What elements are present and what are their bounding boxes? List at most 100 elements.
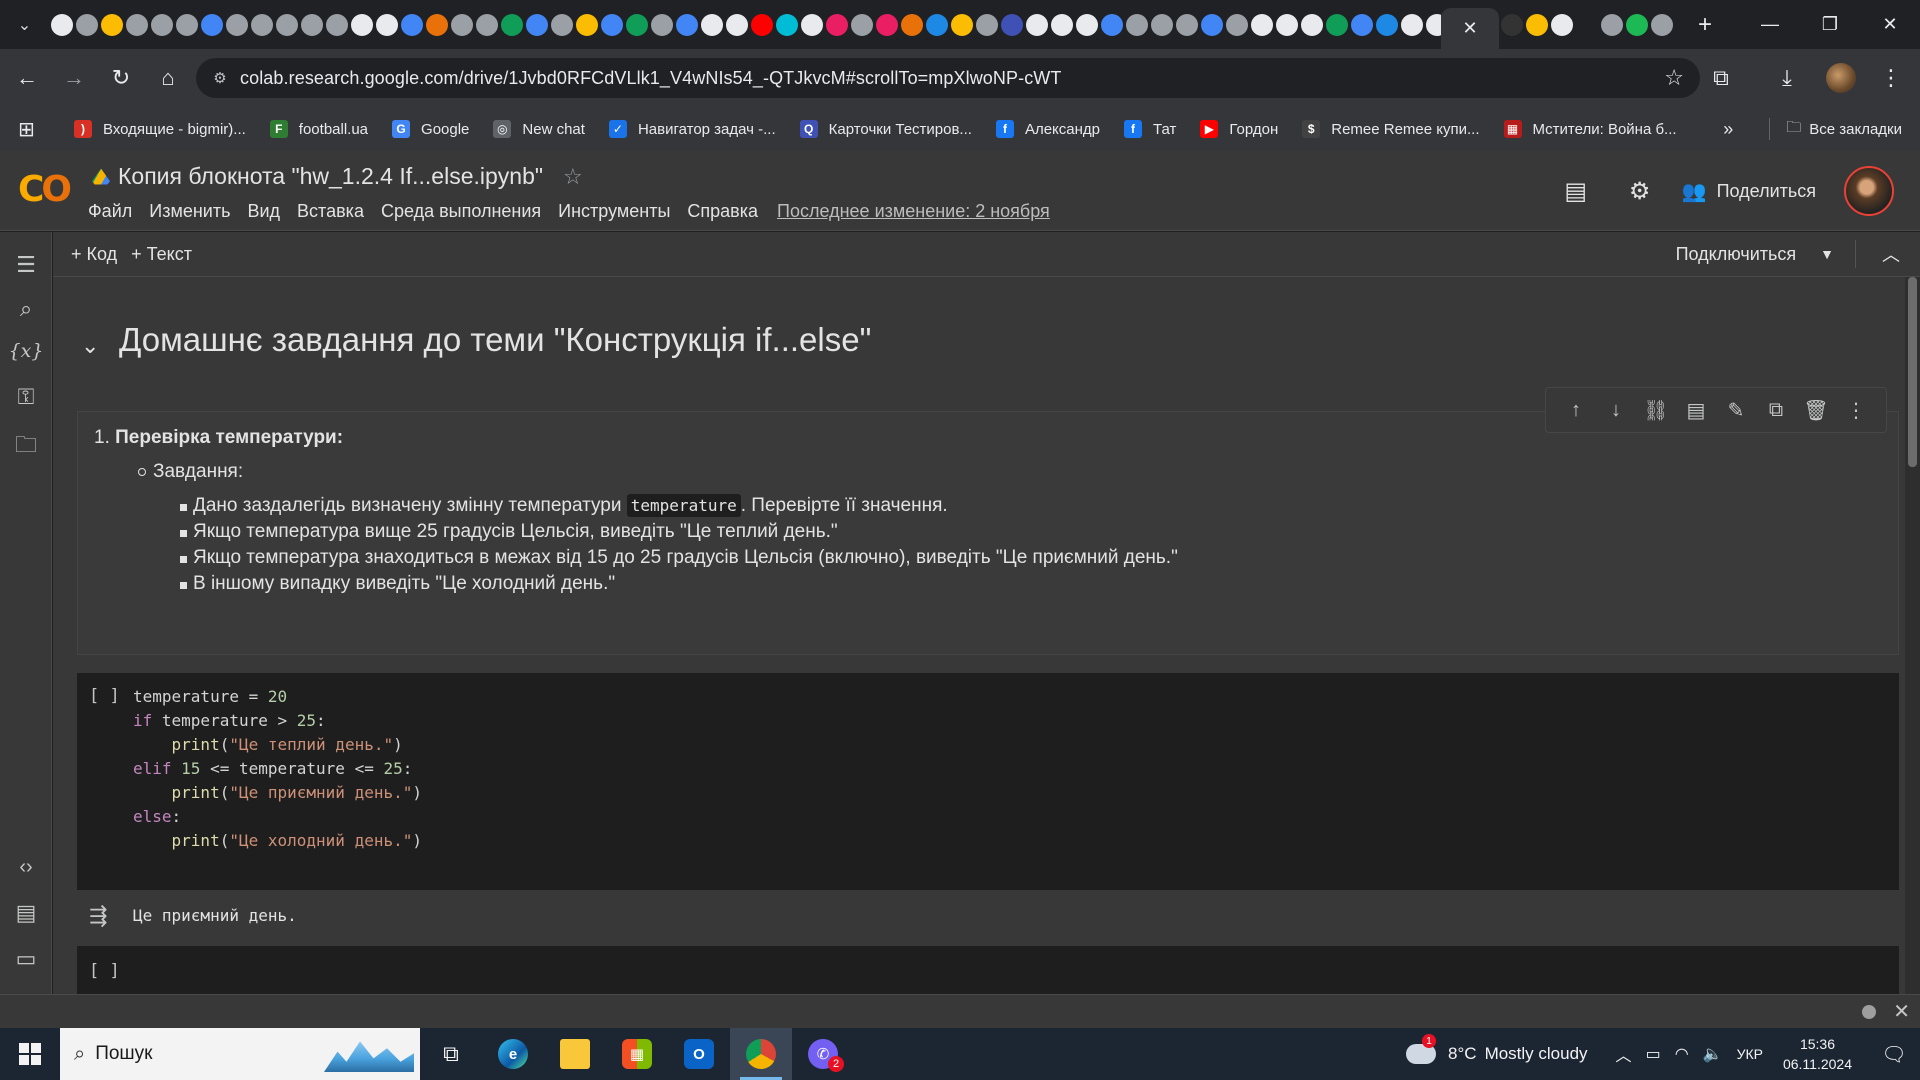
tab-favicon-icon[interactable] bbox=[825, 13, 848, 36]
collapse-header-icon[interactable]: ︿ bbox=[1882, 241, 1900, 267]
show-hidden-icons-icon[interactable]: ︿ bbox=[1616, 1042, 1632, 1066]
tab-favicon-icon[interactable] bbox=[1250, 13, 1273, 36]
tab-favicon-icon[interactable] bbox=[625, 13, 648, 36]
tab-favicon-icon[interactable] bbox=[200, 13, 223, 36]
tab-favicon-icon[interactable] bbox=[850, 13, 873, 36]
bookmark-item[interactable]: ▶ Гордон bbox=[1200, 120, 1278, 138]
language-indicator[interactable]: УКР bbox=[1737, 1046, 1763, 1062]
files-folder-icon[interactable]: 🗀 bbox=[0, 428, 52, 466]
tab-favicon-icon[interactable] bbox=[50, 13, 73, 36]
tab-favicon-icon[interactable] bbox=[325, 13, 348, 36]
tab-favicon-icon[interactable] bbox=[425, 13, 448, 36]
site-info-icon[interactable]: ⚙ bbox=[200, 69, 240, 87]
tab-favicon-icon[interactable] bbox=[1175, 13, 1198, 36]
more-bookmarks-icon[interactable]: » bbox=[1723, 119, 1733, 140]
tab-favicon-icon[interactable] bbox=[250, 13, 273, 36]
reload-icon[interactable]: ↻ bbox=[101, 58, 141, 98]
task-view-button[interactable]: ⧉ bbox=[420, 1028, 482, 1080]
bookmark-item[interactable]: ) Входящие - bigmir)... bbox=[74, 120, 246, 138]
move-cell-down-icon[interactable]: ↓ bbox=[1596, 399, 1636, 422]
connect-dropdown-icon[interactable]: ▼ bbox=[1820, 246, 1834, 262]
tab-favicon-icon[interactable] bbox=[1500, 13, 1523, 36]
share-button[interactable]: 👥 Поделиться bbox=[1682, 179, 1816, 204]
tab-favicon-icon[interactable] bbox=[350, 13, 373, 36]
tab-favicon-icon[interactable] bbox=[1375, 13, 1398, 36]
output-actions-icon[interactable]: ⇶ bbox=[89, 903, 107, 929]
tab-favicon-icon[interactable] bbox=[75, 13, 98, 36]
tab-favicon-icon[interactable] bbox=[1650, 13, 1673, 36]
edit-pencil-icon[interactable]: ✎ bbox=[1716, 398, 1756, 423]
new-tab-button[interactable]: + bbox=[1688, 8, 1722, 42]
command-palette-icon[interactable]: ▤ bbox=[0, 900, 52, 926]
menu-runtime[interactable]: Среда выполнения bbox=[381, 201, 541, 222]
bookmark-item[interactable]: f Александр bbox=[995, 120, 1100, 138]
move-cell-up-icon[interactable]: ↑ bbox=[1556, 399, 1596, 422]
tab-favicon-icon[interactable] bbox=[175, 13, 198, 36]
drive-icon[interactable] bbox=[92, 168, 110, 185]
bookmark-item[interactable]: f Тат bbox=[1124, 120, 1176, 138]
tab-favicon-icon[interactable] bbox=[600, 13, 623, 36]
menu-help[interactable]: Справка bbox=[687, 201, 758, 222]
menu-edit[interactable]: Изменить bbox=[149, 201, 230, 222]
secrets-key-icon[interactable]: ⚿ bbox=[0, 384, 52, 410]
taskbar-edge[interactable]: e bbox=[482, 1028, 544, 1080]
tab-favicon-icon[interactable] bbox=[475, 13, 498, 36]
mirror-cell-icon[interactable]: ⧉ bbox=[1756, 399, 1796, 422]
last-modified-link[interactable]: Последнее изменение: 2 ноября bbox=[777, 201, 1050, 222]
tab-favicon-icon[interactable] bbox=[975, 13, 998, 36]
tab-favicon-icon[interactable] bbox=[525, 13, 548, 36]
taskbar-search[interactable]: ⌕ Пошук bbox=[60, 1028, 420, 1080]
tab-favicon-icon[interactable] bbox=[1575, 13, 1598, 36]
tab-favicon-icon[interactable] bbox=[1400, 13, 1423, 36]
connect-button[interactable]: Подключиться ▼ bbox=[1676, 244, 1834, 265]
taskbar-chrome[interactable] bbox=[730, 1028, 792, 1080]
taskbar-viber[interactable]: ✆ 2 bbox=[792, 1028, 854, 1080]
taskbar-store[interactable]: ▦ bbox=[606, 1028, 668, 1080]
tab-favicon-icon[interactable] bbox=[550, 13, 573, 36]
tab-favicon-icon[interactable] bbox=[1300, 13, 1323, 36]
tab-favicon-icon[interactable] bbox=[775, 13, 798, 36]
tab-favicon-icon[interactable] bbox=[1600, 13, 1623, 36]
close-status-icon[interactable]: ✕ bbox=[1893, 999, 1910, 1024]
tab-favicon-icon[interactable] bbox=[1025, 13, 1048, 36]
tab-favicon-icon[interactable] bbox=[275, 13, 298, 36]
menu-view[interactable]: Вид bbox=[247, 201, 280, 222]
add-text-button[interactable]: + Текст bbox=[131, 244, 192, 265]
active-tab[interactable]: ✕ bbox=[1441, 8, 1499, 49]
home-icon[interactable]: ⌂ bbox=[148, 58, 188, 98]
more-options-icon[interactable]: ⋮ bbox=[1836, 398, 1876, 423]
run-cell-button[interactable]: [ ] bbox=[89, 961, 120, 981]
taskbar-file-explorer[interactable] bbox=[544, 1028, 606, 1080]
restore-icon[interactable]: ❐ bbox=[1800, 0, 1860, 49]
table-of-contents-icon[interactable]: ☰ bbox=[0, 252, 52, 278]
link-icon[interactable]: ⛓ bbox=[1636, 398, 1676, 423]
tab-favicon-icon[interactable] bbox=[1225, 13, 1248, 36]
bookmark-item[interactable]: $ Remee Remee купи... bbox=[1302, 120, 1480, 138]
tab-favicon-icon[interactable] bbox=[700, 13, 723, 36]
battery-icon[interactable]: ▭ bbox=[1646, 1044, 1661, 1064]
tab-favicon-icon[interactable] bbox=[1150, 13, 1173, 36]
browser-menu-icon[interactable]: ⋮ bbox=[1868, 55, 1914, 101]
close-tab-icon[interactable]: ✕ bbox=[1462, 18, 1477, 39]
code-editor[interactable]: temperature = 20 if temperature > 25: pr… bbox=[133, 685, 422, 853]
code-snippets-icon[interactable]: ‹› bbox=[0, 856, 52, 879]
apps-grid-icon[interactable]: ⊞ bbox=[18, 117, 50, 142]
status-indicator-icon[interactable] bbox=[1862, 1005, 1876, 1019]
start-button[interactable] bbox=[0, 1028, 60, 1080]
volume-icon[interactable]: 🔈 bbox=[1703, 1044, 1723, 1064]
bookmark-item[interactable]: Q Карточки Тестиров... bbox=[799, 120, 972, 138]
tab-favicon-icon[interactable] bbox=[450, 13, 473, 36]
minimize-icon[interactable]: — bbox=[1740, 0, 1800, 49]
tab-favicon-icon[interactable] bbox=[875, 13, 898, 36]
menu-tools[interactable]: Инструменты bbox=[558, 201, 670, 222]
tab-favicon-icon[interactable] bbox=[225, 13, 248, 36]
bookmark-item[interactable]: ✓ Навигатор задач -... bbox=[608, 120, 776, 138]
tab-favicon-icon[interactable] bbox=[1200, 13, 1223, 36]
menu-file[interactable]: Файл bbox=[88, 201, 132, 222]
settings-icon[interactable]: ⚙ bbox=[1618, 169, 1662, 213]
tab-favicon-icon[interactable] bbox=[1425, 13, 1441, 36]
tab-favicon-icon[interactable] bbox=[575, 13, 598, 36]
tab-favicon-icon[interactable] bbox=[650, 13, 673, 36]
bookmark-item[interactable]: G Google bbox=[392, 120, 469, 138]
profile-avatar[interactable] bbox=[1818, 55, 1864, 101]
